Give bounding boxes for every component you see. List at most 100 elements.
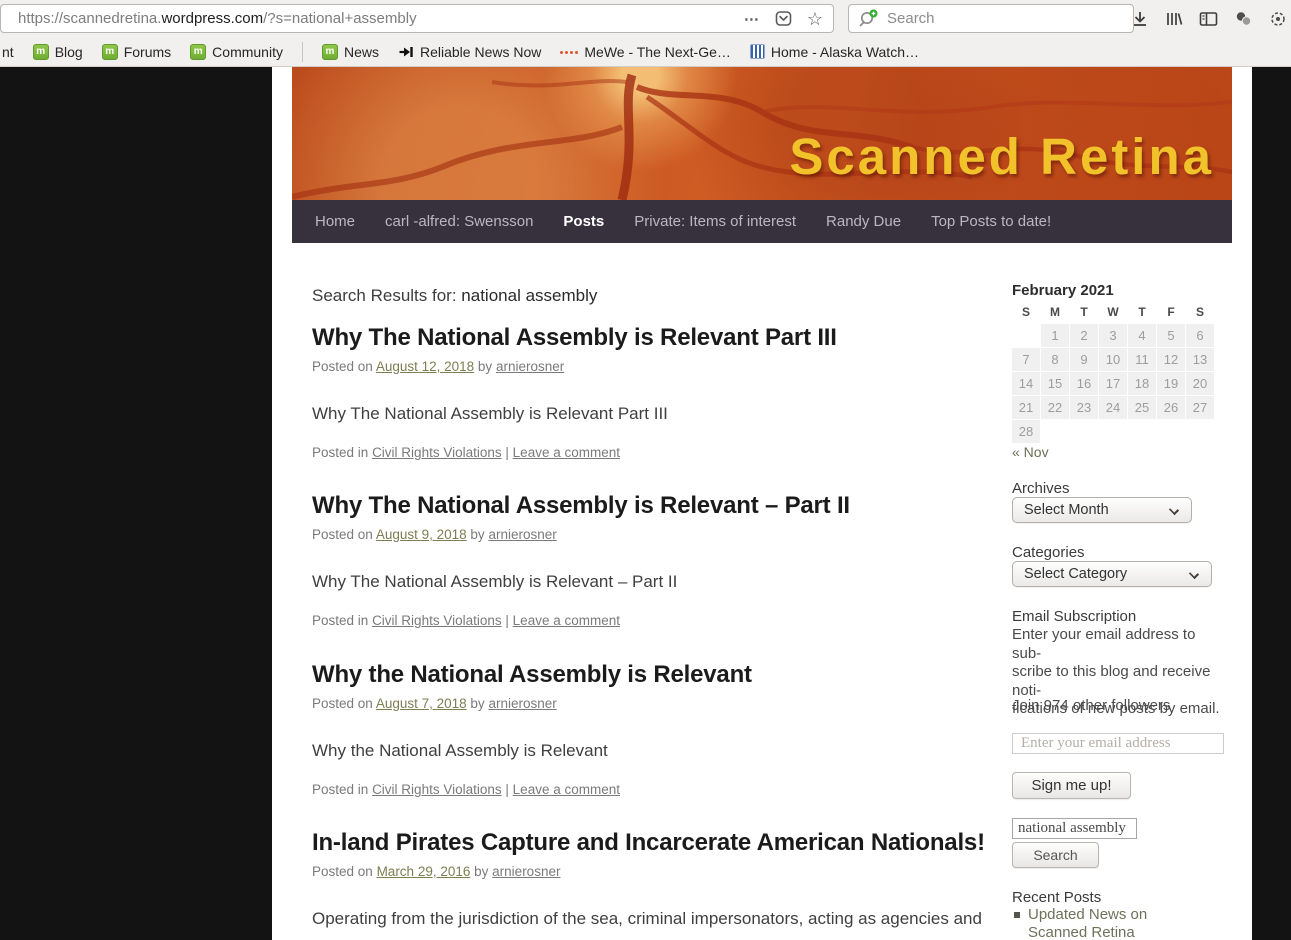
bookmark-item-forums[interactable]: Forums	[102, 44, 171, 60]
calendar-title: February 2021	[1012, 282, 1114, 299]
post-entry: Why the National Assembly is Relevant Po…	[312, 661, 992, 797]
post-footer-meta: Posted in Civil Rights Violations | Leav…	[312, 782, 992, 797]
nav-item-posts[interactable]: Posts	[563, 213, 604, 230]
archives-select-label: Select Month	[1024, 502, 1109, 518]
post-meta: Posted on August 7, 2018 by arnierosner	[312, 696, 992, 711]
calendar-day-header: W	[1099, 305, 1127, 319]
post-author-link[interactable]: arnierosner	[488, 527, 556, 542]
bookmark-item-reliable-news[interactable]: Reliable News Now	[398, 44, 541, 60]
email-address-input[interactable]	[1012, 733, 1224, 754]
calendar-date-cell: 2	[1070, 324, 1098, 347]
post-category-link[interactable]: Civil Rights Violations	[372, 613, 502, 628]
chevron-down-icon	[1169, 505, 1179, 515]
meta-label: Posted on	[312, 696, 373, 711]
sidebars-icon[interactable]	[1199, 10, 1218, 28]
browser-search-input[interactable]	[887, 10, 1133, 27]
post-meta: Posted on August 12, 2018 by arnierosner	[312, 359, 992, 374]
followers-count: Join 974 other followers	[1012, 697, 1170, 714]
search-results-query: national assembly	[461, 286, 597, 305]
post-author-link[interactable]: arnierosner	[488, 696, 556, 711]
bookmark-item-truncated[interactable]: nt	[2, 44, 14, 60]
post-title[interactable]: Why The National Assembly is Relevant Pa…	[312, 324, 992, 352]
meta-separator: |	[505, 782, 509, 797]
calendar-date-cell: 19	[1157, 372, 1185, 395]
chevron-down-icon	[1189, 569, 1199, 579]
bookmark-item-news[interactable]: News	[322, 44, 379, 60]
post-excerpt: Operating from the jurisdiction of the s…	[312, 905, 992, 940]
post-date-link[interactable]: March 29, 2016	[377, 864, 471, 879]
leave-comment-link[interactable]: Leave a comment	[513, 445, 620, 460]
calendar-date-cell: 9	[1070, 348, 1098, 371]
meta-label: by	[470, 527, 484, 542]
calendar-date-cell: 12	[1157, 348, 1185, 371]
calendar-grid: 1234567891011121314151617181920212223242…	[1012, 324, 1214, 443]
sidebar-search-button[interactable]: Search	[1012, 842, 1099, 868]
post-title[interactable]: Why The National Assembly is Relevant – …	[312, 492, 992, 520]
calendar-date-cell: 3	[1099, 324, 1127, 347]
post-author-link[interactable]: arnierosner	[492, 864, 560, 879]
bookmark-star-icon[interactable]: ☆	[807, 10, 823, 28]
calendar-date-cell: 5	[1157, 324, 1185, 347]
archives-select[interactable]: Select Month	[1012, 497, 1192, 523]
url-path: /?s=national+assembly	[263, 10, 416, 27]
bookmark-label: Home - Alaska Watch…	[771, 44, 919, 60]
post-category-link[interactable]: Civil Rights Violations	[372, 782, 502, 797]
post-excerpt: Why The National Assembly is Relevant Pa…	[312, 400, 992, 428]
browser-search-bar[interactable]	[848, 4, 1134, 33]
download-icon[interactable]	[1131, 10, 1149, 28]
post-date-link[interactable]: August 12, 2018	[376, 359, 474, 374]
post-category-link[interactable]: Civil Rights Violations	[372, 445, 502, 460]
meta-label: by	[474, 864, 488, 879]
calendar-day-header: F	[1157, 305, 1185, 319]
post-excerpt: Why the National Assembly is Relevant	[312, 737, 992, 765]
recent-post-link[interactable]: Updated News on Scanned Retina	[1028, 906, 1174, 940]
calendar-empty-cell	[1012, 324, 1040, 347]
meta-label: Posted on	[312, 864, 373, 879]
meta-label: Posted on	[312, 527, 373, 542]
nav-item-home[interactable]: Home	[315, 213, 355, 230]
bookmark-item-blog[interactable]: Blog	[33, 44, 83, 60]
nav-item-private-items[interactable]: Private: Items of interest	[634, 213, 796, 230]
account-icon[interactable]	[1234, 10, 1253, 28]
categories-select[interactable]: Select Category	[1012, 561, 1212, 587]
mint-favicon-icon	[102, 44, 118, 60]
nav-item-carl-swensson[interactable]: carl -alfred: Swensson	[385, 213, 533, 230]
post-entry: In-land Pirates Capture and Incarcerate …	[312, 829, 992, 940]
post-author-link[interactable]: arnierosner	[496, 359, 564, 374]
calendar-day-header: T	[1128, 305, 1156, 319]
post-date-link[interactable]: August 9, 2018	[376, 527, 467, 542]
leave-comment-link[interactable]: Leave a comment	[513, 613, 620, 628]
meta-label: by	[470, 696, 484, 711]
mint-favicon-icon	[322, 44, 338, 60]
bookmark-label: News	[344, 44, 379, 60]
calendar-date-cell: 10	[1099, 348, 1127, 371]
pocket-icon[interactable]	[775, 10, 792, 27]
bookmark-item-community[interactable]: Community	[190, 44, 283, 60]
meta-label: Posted in	[312, 613, 368, 628]
bookmark-label: Community	[212, 44, 283, 60]
nav-item-top-posts[interactable]: Top Posts to date!	[931, 213, 1051, 230]
sidebar-search-input[interactable]	[1012, 818, 1137, 839]
url-domain: wordpress.com	[161, 10, 263, 27]
post-title[interactable]: In-land Pirates Capture and Incarcerate …	[312, 829, 992, 857]
leave-comment-link[interactable]: Leave a comment	[513, 782, 620, 797]
post-title[interactable]: Why the National Assembly is Relevant	[312, 661, 992, 689]
calendar-date-cell: 22	[1041, 396, 1069, 419]
prev-month-link[interactable]: « Nov	[1012, 444, 1049, 460]
post-date-link[interactable]: August 7, 2018	[376, 696, 467, 711]
nav-item-randy-due[interactable]: Randy Due	[826, 213, 901, 230]
post-excerpt: Why The National Assembly is Relevant – …	[312, 568, 992, 596]
url-bar[interactable]: https://scannedretina.wordpress.com/?s=n…	[0, 4, 834, 33]
library-icon[interactable]	[1165, 10, 1183, 28]
alaska-watch-favicon-icon	[750, 44, 765, 59]
calendar-day-headers: SMTWTFS	[1012, 305, 1214, 319]
bookmark-item-mewe[interactable]: MeWe - The Next-Ge…	[560, 44, 731, 60]
screenshot-target-icon[interactable]	[1269, 10, 1287, 28]
calendar-day-header: T	[1070, 305, 1098, 319]
search-results-label: Search Results for:	[312, 286, 457, 305]
calendar-empty-cell	[1157, 420, 1185, 443]
sign-me-up-button[interactable]: Sign me up!	[1012, 772, 1131, 799]
bookmark-item-alaska-watch[interactable]: Home - Alaska Watch…	[750, 44, 919, 60]
main-nav: Home carl -alfred: Swensson Posts Privat…	[292, 200, 1232, 243]
page-actions-icon[interactable]: ⋯	[744, 10, 760, 28]
